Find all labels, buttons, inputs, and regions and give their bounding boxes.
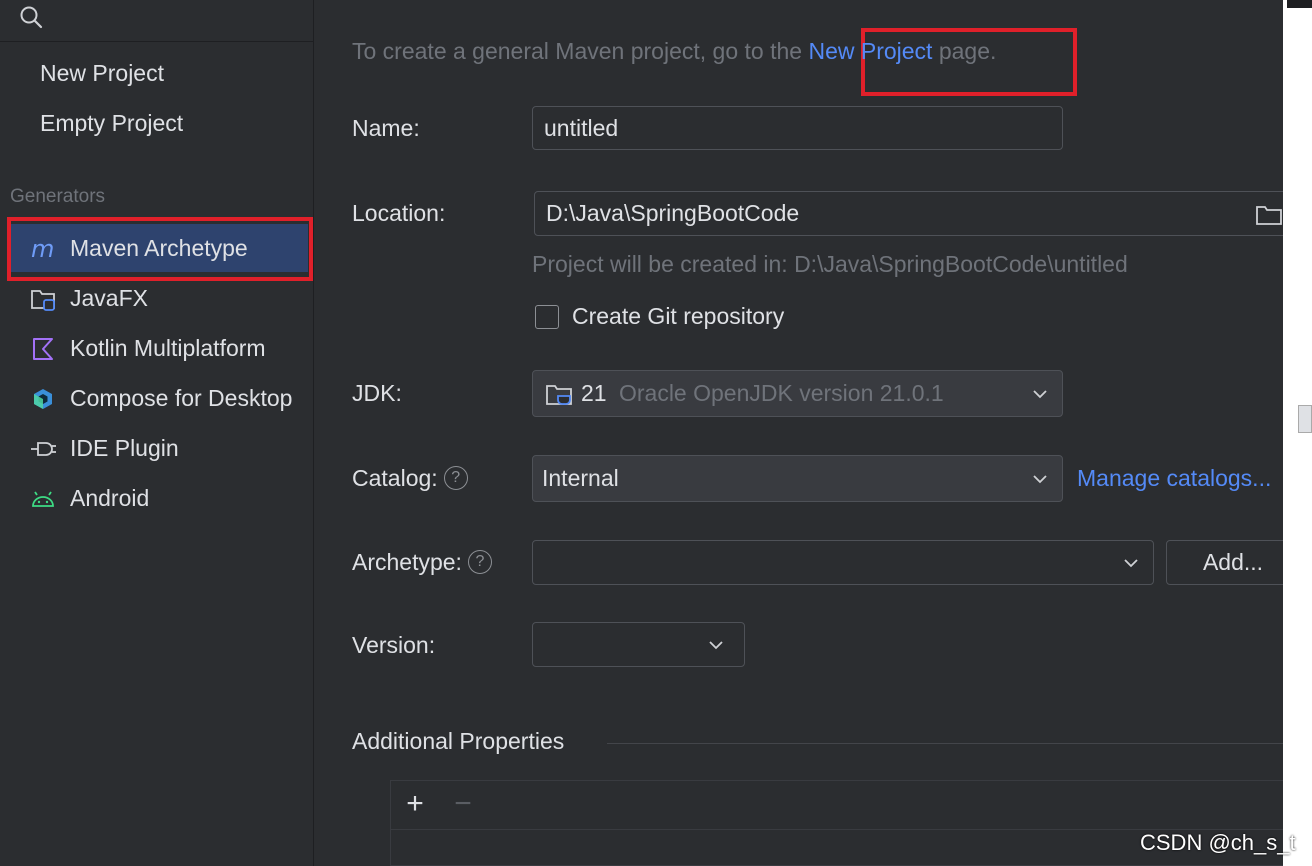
catalog-help-icon[interactable]: ? <box>443 465 468 490</box>
sidebar-item-label: Kotlin Multiplatform <box>70 335 266 361</box>
plugin-icon <box>31 442 56 456</box>
catalog-value: Internal <box>542 465 619 491</box>
additional-properties-title: Additional Properties <box>352 728 565 754</box>
catalog-select[interactable]: Internal <box>532 455 1063 502</box>
archetype-label: Archetype:? <box>352 549 492 576</box>
sidebar-item-ide-plugin[interactable]: IDE Plugin <box>0 424 314 472</box>
catalog-label: Catalog:? <box>352 465 468 492</box>
watermark: CSDN @ch_s_t <box>1140 830 1296 855</box>
version-label: Version: <box>352 632 436 658</box>
location-hint-text: Project will be created in: D:\Java\Spri… <box>532 251 1128 277</box>
location-label: Location: <box>352 200 446 226</box>
maven-icon: m <box>31 236 54 262</box>
version-select[interactable] <box>532 622 745 667</box>
sidebar-item-new-project[interactable]: New Project <box>0 49 314 97</box>
chevron-down-icon <box>1033 474 1047 483</box>
location-value: D:\Java\SpringBootCode <box>546 200 800 226</box>
sidebar-item-label: Empty Project <box>40 110 184 136</box>
jdk-version: 21 <box>581 380 607 406</box>
maven-hint-text: To create a general Maven project, go to… <box>352 38 997 64</box>
svg-text:m: m <box>31 236 54 262</box>
generators-section-label: Generators <box>10 186 106 207</box>
background-scroll-mark <box>1298 405 1312 433</box>
sidebar-item-android[interactable]: Android <box>0 474 314 522</box>
archetype-select[interactable] <box>532 540 1154 585</box>
remove-property-icon[interactable]: − <box>449 789 477 819</box>
sidebar-item-label: Maven Archetype <box>70 235 248 261</box>
new-project-link[interactable]: New Project <box>808 38 932 64</box>
create-git-label[interactable]: Create Git repository <box>572 303 784 330</box>
sidebar-item-javafx[interactable]: JavaFX <box>0 274 314 322</box>
kotlin-icon <box>33 338 53 360</box>
chevron-down-icon <box>709 640 723 649</box>
add-property-icon[interactable]: + <box>401 789 429 819</box>
sidebar-search[interactable] <box>0 0 314 42</box>
jdk-folder-icon <box>546 385 572 405</box>
chevron-down-icon <box>1033 389 1047 398</box>
sidebar: New Project Empty Project Generators m M… <box>0 0 314 866</box>
name-input[interactable]: untitled <box>532 106 1063 150</box>
background-window-mark <box>1287 0 1312 8</box>
sidebar-item-label: Android <box>70 485 150 511</box>
compose-icon <box>34 389 52 409</box>
sidebar-item-empty-project[interactable]: Empty Project <box>0 99 314 147</box>
android-icon <box>32 491 54 507</box>
location-input[interactable]: D:\Java\SpringBootCode <box>534 191 1294 236</box>
sidebar-item-kotlin-multiplatform[interactable]: Kotlin Multiplatform <box>0 324 314 372</box>
name-label: Name: <box>352 115 420 141</box>
chevron-down-icon <box>1124 558 1138 567</box>
search-icon[interactable] <box>18 4 44 30</box>
sidebar-item-label: Compose for Desktop <box>70 385 293 411</box>
section-divider <box>607 743 1283 744</box>
sidebar-item-compose-for-desktop[interactable]: Compose for Desktop <box>0 374 314 422</box>
javafx-folder-icon <box>31 290 55 311</box>
jdk-label: JDK: <box>352 380 402 406</box>
archetype-help-icon[interactable]: ? <box>467 549 492 574</box>
sidebar-item-label: New Project <box>40 60 164 86</box>
add-archetype-button[interactable]: Add... <box>1166 540 1300 585</box>
sidebar-item-maven-archetype[interactable]: m Maven Archetype <box>10 224 308 272</box>
sidebar-item-label: JavaFX <box>70 285 148 311</box>
manage-catalogs-link[interactable]: Manage catalogs... <box>1077 465 1271 492</box>
properties-toolbar: + − <box>391 781 1283 830</box>
jdk-name: Oracle OpenJDK version 21.0.1 <box>618 380 944 406</box>
background-window-edge <box>1283 0 1312 866</box>
jdk-select[interactable]: 21 Oracle OpenJDK version 21.0.1 <box>532 370 1063 417</box>
create-git-checkbox[interactable] <box>535 305 559 329</box>
browse-folder-icon[interactable] <box>1255 204 1283 226</box>
sidebar-item-label: IDE Plugin <box>70 435 179 461</box>
